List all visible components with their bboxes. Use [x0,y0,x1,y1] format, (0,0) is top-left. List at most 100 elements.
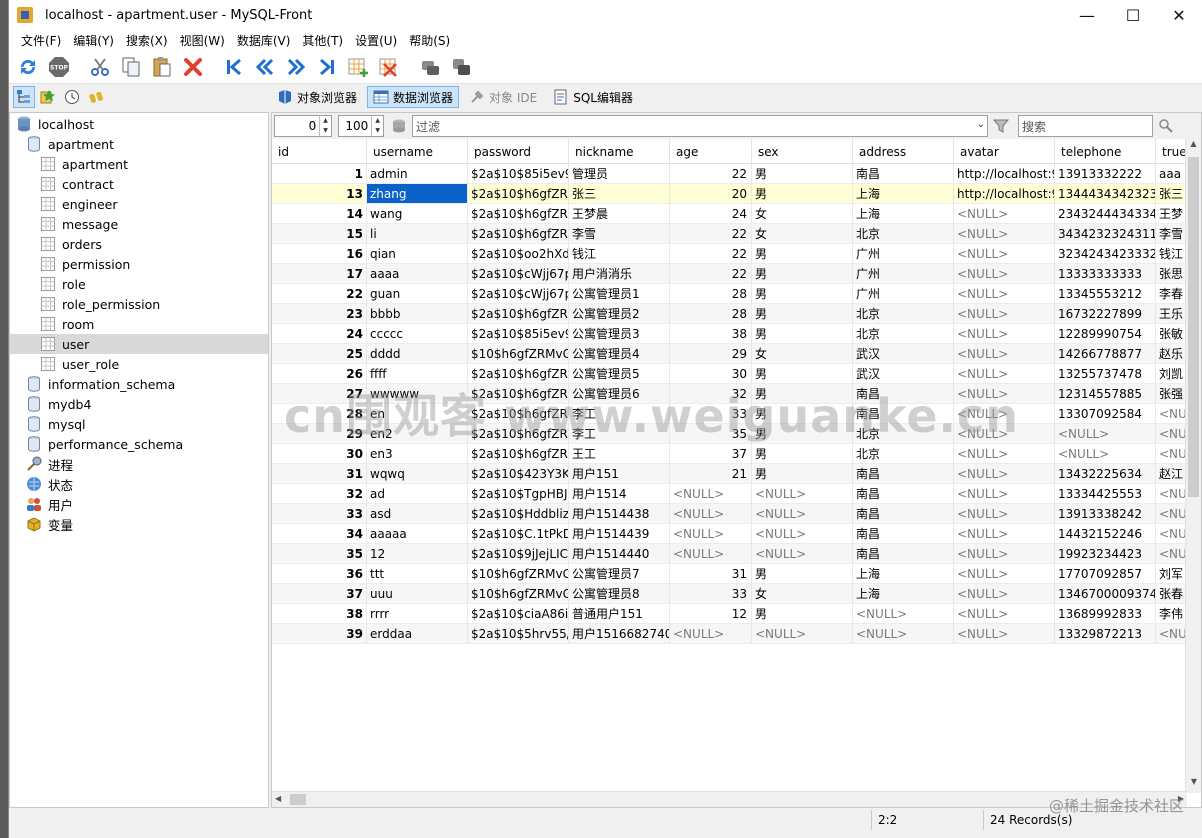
cell-password[interactable]: $2a$10$TgpHBJ. [468,484,569,504]
cell-nickname[interactable]: 公寓管理员8 [569,584,670,604]
cell-sex[interactable]: 女 [752,204,853,224]
cell-password[interactable]: $2a$10$85i5ev9a [468,324,569,344]
cell-id[interactable]: 32 [272,484,367,504]
cell-age[interactable]: 32 [670,384,752,404]
search-button[interactable] [1153,115,1179,137]
cell-telephone[interactable]: 14266778877 [1055,344,1156,364]
cell-username[interactable]: aaaaa [367,524,468,544]
column-header-telephone[interactable]: telephone [1055,139,1156,164]
scroll-left-icon[interactable]: ◀ [275,794,281,803]
cell-address[interactable]: <NULL> [853,624,954,644]
tree-item-database-information_schema[interactable]: information_schema [10,374,268,394]
cell-id[interactable]: 35 [272,544,367,564]
cell-id[interactable]: 39 [272,624,367,644]
cell-true[interactable]: 李伟 [1156,604,1187,624]
cell-avatar[interactable]: http://localhost:90 [954,164,1055,184]
table-row[interactable]: 35 12 $2a$10$9jJejLIC 用户1514440 <NULL> <NULL>… [272,544,1187,564]
cell-age[interactable]: <NULL> [670,484,752,504]
cell-username[interactable]: ffff [367,364,468,384]
cell-true[interactable]: aaa [1156,164,1187,184]
favorites-button[interactable] [37,86,59,108]
cell-avatar[interactable]: <NULL> [954,384,1055,404]
table-row[interactable]: 37 uuu $10$h6gfZRMvGl 公寓管理员8 33 女上海 <NULL> 1346… [272,584,1187,604]
cell-id[interactable]: 33 [272,504,367,524]
tree-item-table-room[interactable]: room [10,314,268,334]
cell-address[interactable]: 南昌 [853,524,954,544]
cell-username[interactable]: en [367,404,468,424]
cell-username[interactable]: wwwww [367,384,468,404]
search-input[interactable]: 搜索 [1018,115,1153,137]
cell-id[interactable]: 29 [272,424,367,444]
cell-true[interactable]: <NU [1156,544,1187,564]
cell-password[interactable]: $2a$10$h6gfZRM [468,404,569,424]
last-record-button[interactable] [314,54,340,80]
cell-avatar[interactable]: <NULL> [954,604,1055,624]
limit-toggle-button[interactable] [388,115,410,137]
cell-username[interactable]: asd [367,504,468,524]
cell-age[interactable]: 28 [670,284,752,304]
cell-avatar[interactable]: <NULL> [954,224,1055,244]
cell-password[interactable]: $2a$10$h6gfZRM [468,304,569,324]
menu-search[interactable]: 搜索(X) [120,32,174,49]
cell-avatar[interactable]: <NULL> [954,484,1055,504]
cell-sex[interactable]: 男 [752,164,853,184]
paste-button[interactable] [149,54,175,80]
cell-nickname[interactable]: 普通用户151 [569,604,670,624]
cell-password[interactable]: $2a$10$C.1tPkDe [468,524,569,544]
cell-sex[interactable]: 男 [752,604,853,624]
cell-age[interactable]: 20 [670,184,752,204]
cell-address[interactable]: 广州 [853,284,954,304]
spin-up-icon[interactable]: ▲ [320,116,331,126]
post-button[interactable] [417,54,443,80]
cell-sex[interactable]: 男 [752,184,853,204]
cell-username[interactable]: dddd [367,344,468,364]
cell-username[interactable]: li [367,224,468,244]
cell-telephone[interactable]: 12314557885 [1055,384,1156,404]
menu-other[interactable]: 其他(T) [296,32,349,49]
cell-telephone[interactable]: <NULL> [1055,424,1156,444]
cell-username[interactable]: ttt [367,564,468,584]
tree-item-table-role_permission[interactable]: role_permission [10,294,268,314]
scroll-right-icon[interactable]: ▶ [1178,794,1184,803]
prev-record-button[interactable] [252,54,278,80]
menu-edit[interactable]: 编辑(Y) [67,32,120,49]
cell-id[interactable]: 28 [272,404,367,424]
cell-true[interactable]: <NU [1156,504,1187,524]
cell-true[interactable]: 张三 [1156,184,1187,204]
tab-data-browser[interactable]: 数据浏览器 [367,86,460,108]
cell-id[interactable]: 37 [272,584,367,604]
cell-telephone[interactable]: <NULL> [1055,444,1156,464]
delete-record-button[interactable] [376,54,402,80]
cell-age[interactable]: 33 [670,404,752,424]
cell-id[interactable]: 25 [272,344,367,364]
cell-nickname[interactable]: 王工 [569,444,670,464]
cell-sex[interactable]: 男 [752,384,853,404]
cell-address[interactable]: 南昌 [853,464,954,484]
cell-id[interactable]: 24 [272,324,367,344]
refresh-button[interactable] [15,54,41,80]
cell-true[interactable]: <NU [1156,484,1187,504]
cell-age[interactable]: 28 [670,304,752,324]
table-row[interactable]: 1 admin $2a$10$85i5ev9a 管理员 22 男南昌 http://loca… [272,164,1187,184]
cell-true[interactable]: 张敏 [1156,324,1187,344]
table-row[interactable]: 24 ccccc $2a$10$85i5ev9a 公寓管理员3 38 男北京 <NULL> 1… [272,324,1187,344]
maximize-button[interactable]: ☐ [1110,0,1156,30]
cell-avatar[interactable]: <NULL> [954,444,1055,464]
cell-sex[interactable]: 女 [752,584,853,604]
cell-password[interactable]: $2a$10$h6gfZRM [468,424,569,444]
cell-age[interactable]: 37 [670,444,752,464]
cell-age[interactable]: 24 [670,204,752,224]
next-record-button[interactable] [283,54,309,80]
cell-password[interactable]: $2a$10$85i5ev9a [468,164,569,184]
tree-item-table-orders[interactable]: orders [10,234,268,254]
cell-id[interactable]: 13 [272,184,367,204]
cell-nickname[interactable]: 钱江 [569,244,670,264]
cell-age[interactable]: 22 [670,264,752,284]
cell-address[interactable]: 南昌 [853,484,954,504]
cell-nickname[interactable]: 公寓管理员4 [569,344,670,364]
cell-age[interactable]: 22 [670,244,752,264]
cell-username[interactable]: zhang [367,184,468,204]
cell-avatar[interactable]: http://localhost:90 [954,184,1055,204]
cell-password[interactable]: $2a$10$h6gfZRM [468,384,569,404]
cell-true[interactable]: 李雪 [1156,224,1187,244]
